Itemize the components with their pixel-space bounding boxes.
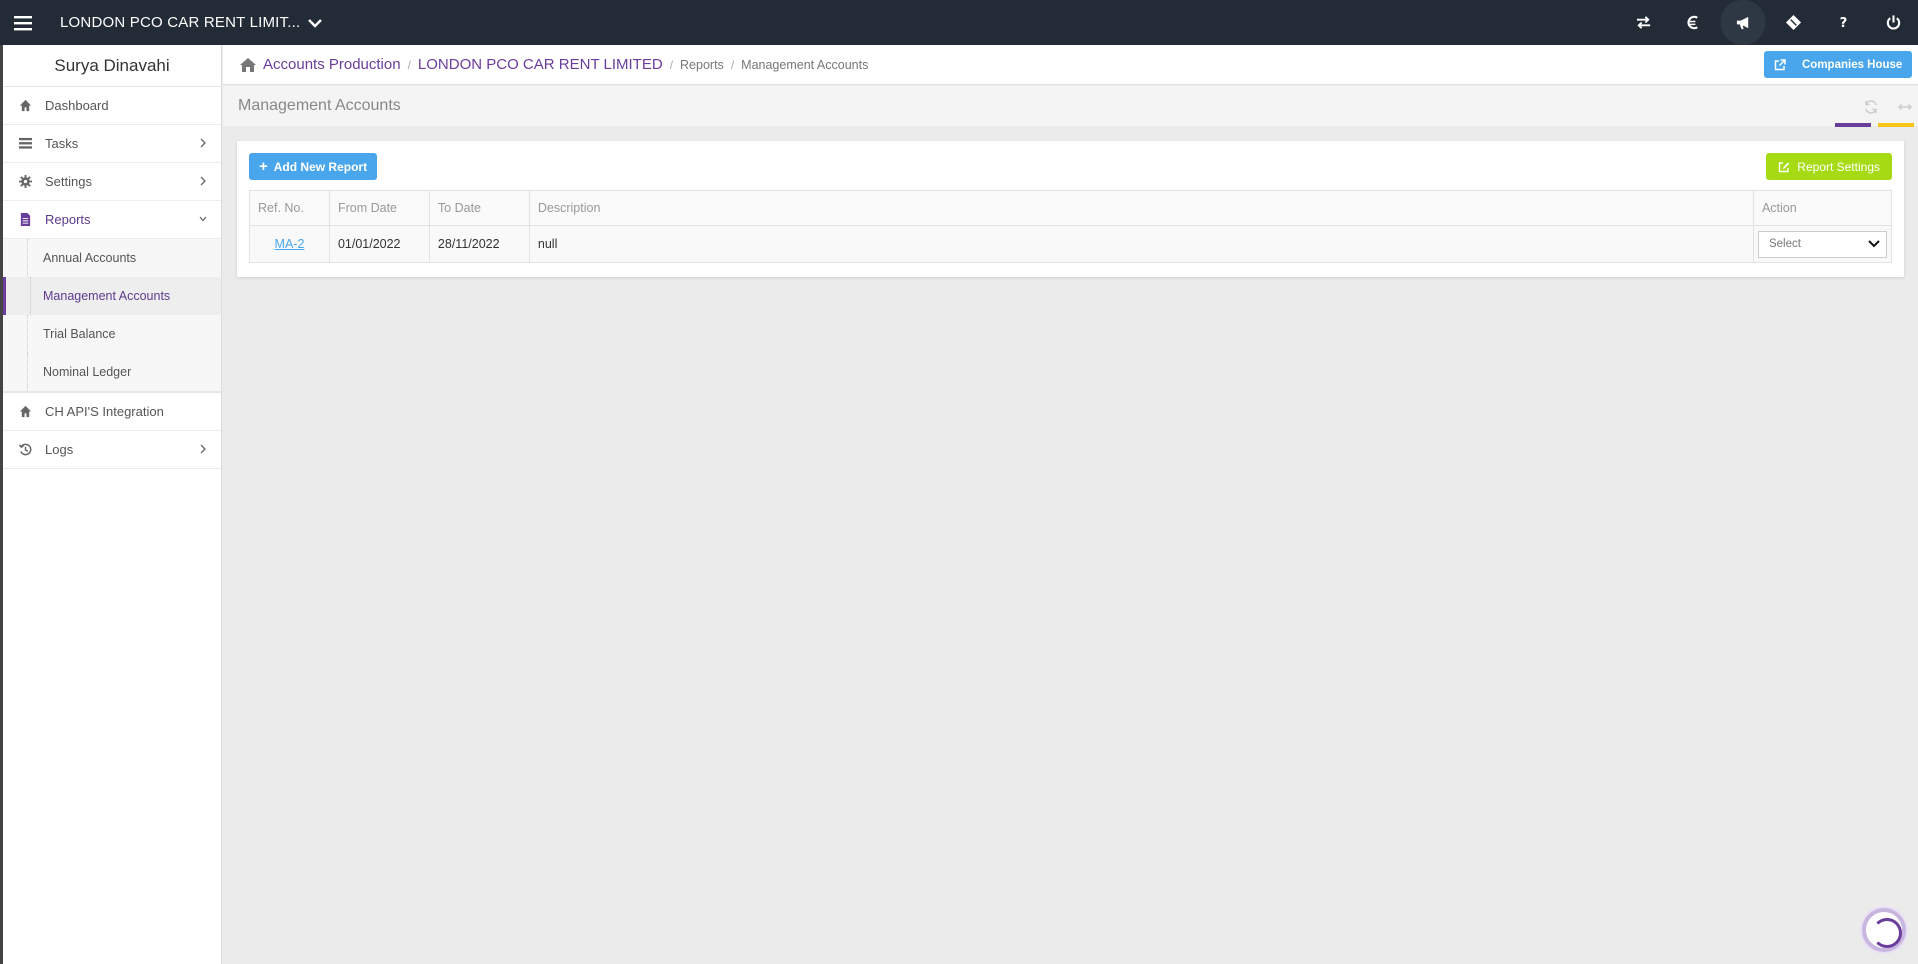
document-icon [19,212,33,227]
plus-icon: + [259,158,268,175]
sidebar-item-label: Annual Accounts [43,251,137,265]
sidebar-item-dashboard[interactable]: Dashboard [3,87,221,125]
column-header-action: Action [1752,190,1893,226]
sidebar-item-ch-api-integration[interactable]: CH API'S Integration [3,393,221,431]
chevron-right-icon [200,444,206,454]
sidebar-subitem-nominal-ledger[interactable]: Nominal Ledger [3,353,221,391]
refresh-icon[interactable] [1864,100,1878,114]
action-select[interactable]: Select [1757,230,1887,258]
sidebar-item-label: Tasks [45,136,79,151]
tasks-icon [19,137,33,151]
table-row: MA-2 01/01/2022 28/11/2022 null Select [249,225,1893,263]
cell-description: null [528,225,1754,263]
breadcrumb-separator: / [407,57,411,72]
sidebar-item-label: Management Accounts [43,289,171,303]
sidebar-item-label: Dashboard [45,98,109,113]
accent-bar-yellow [1878,123,1914,127]
breadcrumb-separator: / [730,57,735,72]
history-icon [19,443,33,457]
breadcrumb: Accounts Production / LONDON PCO CAR REN… [223,45,1918,85]
sidebar-subitem-management-accounts[interactable]: Management Accounts [3,277,221,315]
column-header-ref[interactable]: Ref. No. [249,190,330,226]
accent-bar-purple [1835,123,1871,127]
ref-link[interactable]: MA-2 [275,237,305,251]
switch-icon[interactable] [1618,0,1668,45]
sidebar-item-label: Nominal Ledger [43,365,132,379]
sidebar-item-logs[interactable]: Logs [3,431,221,469]
report-settings-label: Report Settings [1797,159,1880,174]
ticket-icon[interactable] [1768,0,1818,45]
chevron-right-icon [200,138,206,148]
breadcrumb-current: Management Accounts [741,57,869,72]
sidebar-item-label: Logs [45,442,74,457]
report-settings-button[interactable]: Report Settings [1766,153,1892,180]
menu-icon[interactable] [0,0,46,45]
column-header-to-date[interactable]: To Date [428,190,530,226]
companies-house-label: Companies House [1802,58,1903,71]
cell-ref: MA-2 [249,225,330,263]
edit-icon [1779,161,1790,172]
sidebar-item-label: CH API'S Integration [45,404,164,419]
home-icon[interactable] [239,57,257,73]
user-name: Surya Dinavahi [3,45,221,87]
sidebar: Surya Dinavahi Dashboard Tasks Settings … [0,45,222,964]
sidebar-subitem-annual-accounts[interactable]: Annual Accounts [3,239,221,277]
chat-widget-icon[interactable] [1862,908,1906,952]
breadcrumb-accounts-production[interactable]: Accounts Production [263,56,401,73]
sidebar-item-label: Settings [45,174,92,189]
breadcrumb-company[interactable]: LONDON PCO CAR RENT LIMITED [418,56,663,73]
expand-icon[interactable] [1898,100,1912,114]
company-name: LONDON PCO CAR RENT LIMIT... [60,14,301,31]
chevron-down-icon [199,216,207,222]
column-header-from-date[interactable]: From Date [328,190,430,226]
sidebar-item-tasks[interactable]: Tasks [3,125,221,163]
chevron-down-icon [1868,240,1880,248]
cell-from-date: 01/01/2022 [328,225,430,263]
sidebar-item-reports[interactable]: Reports [3,201,221,239]
gear-icon [19,174,33,189]
reports-panel: + Add New Report Report Settings Ref. No… [237,141,1904,277]
home-icon [19,405,33,419]
companies-house-button[interactable]: Companies House [1764,51,1912,78]
column-header-description[interactable]: Description [528,190,1754,226]
cell-action: Select [1752,225,1893,263]
home-icon [19,99,33,113]
external-link-icon [1774,58,1786,70]
action-select-value: Select [1768,238,1801,250]
breadcrumb-reports[interactable]: Reports [680,58,724,72]
chevron-down-icon [308,18,323,28]
company-selector[interactable]: LONDON PCO CAR RENT LIMIT... [60,14,323,31]
reports-table: Ref. No. From Date To Date Description A… [249,190,1893,263]
breadcrumb-separator: / [669,57,674,72]
top-navbar: LONDON PCO CAR RENT LIMIT... ? [0,0,1918,45]
sidebar-item-settings[interactable]: Settings [3,163,221,201]
sidebar-subitem-trial-balance[interactable]: Trial Balance [3,315,221,353]
add-new-report-button[interactable]: + Add New Report [249,153,378,180]
chevron-right-icon [200,176,206,186]
page-title: Management Accounts [238,97,401,114]
power-icon[interactable] [1868,0,1918,45]
sidebar-item-label: Trial Balance [43,327,116,341]
currency-icon[interactable] [1668,0,1718,45]
table-header-row: Ref. No. From Date To Date Description A… [249,190,1893,226]
reports-submenu: Annual Accounts Management Accounts Tria… [3,239,221,393]
megaphone-icon[interactable] [1718,0,1768,45]
sidebar-item-label: Reports [45,212,91,227]
svg-text:?: ? [1839,16,1847,31]
page-header: Management Accounts [223,86,1918,127]
help-icon[interactable]: ? [1818,0,1868,45]
cell-to-date: 28/11/2022 [428,225,530,263]
add-new-report-label: Add New Report [273,159,368,174]
